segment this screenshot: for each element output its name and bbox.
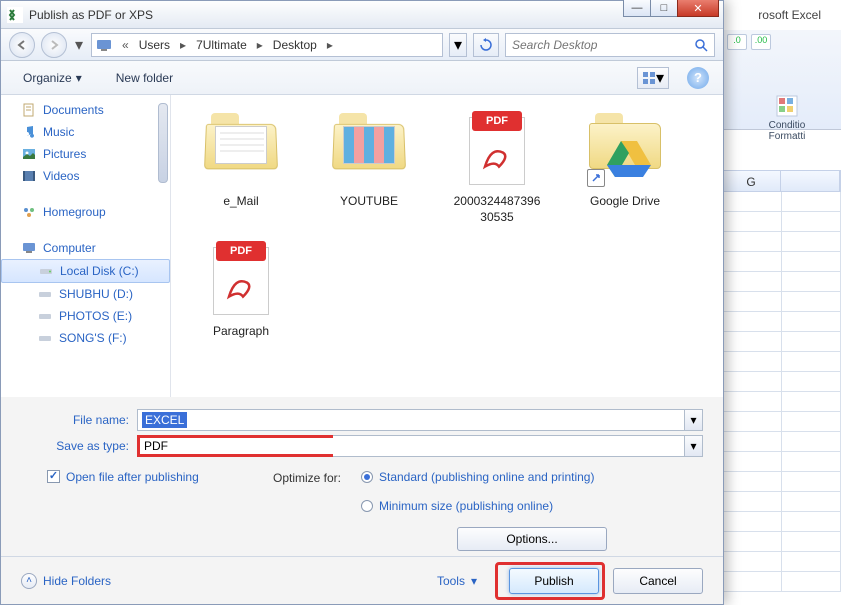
publish-dialog: Publish as PDF or XPS — □ ✕ ▾ « Users▸ 7…	[0, 0, 724, 605]
pdf-badge-icon: PDF	[472, 111, 522, 131]
sidebar-drive-f[interactable]: SONG'S (F:)	[1, 327, 170, 349]
filename-dropdown[interactable]: ▾	[684, 410, 702, 430]
sidebar-documents[interactable]: Documents	[1, 99, 170, 121]
col-header-g[interactable]: G	[722, 171, 781, 191]
filename-value[interactable]: EXCEL	[142, 412, 187, 428]
forward-button[interactable]	[41, 32, 67, 58]
view-button[interactable]: ▾	[637, 67, 669, 89]
sidebar-homegroup[interactable]: Homegroup	[1, 201, 170, 223]
file-paragraph-pdf[interactable]: PDF Paragraph	[177, 235, 305, 365]
close-button[interactable]: ✕	[677, 0, 719, 17]
options-button[interactable]: Options...	[457, 527, 607, 551]
sidebar: Documents Music Pictures Videos Homegrou…	[1, 95, 171, 397]
navbar: ▾ « Users▸ 7Ultimate▸ Desktop▸ ▾	[1, 29, 723, 61]
increase-decimal-icon[interactable]: .0	[727, 34, 747, 50]
maximize-button[interactable]: □	[650, 0, 678, 17]
back-button[interactable]	[9, 32, 35, 58]
optimize-for-label: Optimize for:	[251, 469, 341, 551]
bottom-bar: ˄ Hide Folders Tools ▾ Publish Cancel	[1, 556, 723, 604]
drive-icon	[37, 286, 53, 302]
sidebar-drive-c[interactable]: Local Disk (C:)	[1, 259, 170, 283]
cancel-button[interactable]: Cancel	[613, 568, 703, 594]
savetype-dropdown[interactable]: ▾	[684, 436, 702, 456]
dialog-title: Publish as PDF or XPS	[29, 8, 717, 22]
decrease-decimal-icon[interactable]: .00	[751, 34, 771, 50]
search-input[interactable]	[512, 38, 694, 52]
savetype-field[interactable]: PDF	[137, 435, 337, 457]
sidebar-videos[interactable]: Videos	[1, 165, 170, 187]
sidebar-scrollbar[interactable]	[158, 103, 168, 183]
radio-icon	[361, 471, 373, 483]
open-after-checkbox[interactable]: Open file after publishing	[47, 469, 231, 486]
checkbox-icon	[47, 470, 60, 483]
drive-icon	[37, 308, 53, 324]
file-youtube-folder[interactable]: YOUTUBE	[305, 105, 433, 235]
organize-button[interactable]: Organize ▾	[15, 67, 90, 89]
breadcrumb[interactable]: « Users▸ 7Ultimate▸ Desktop▸	[91, 33, 443, 57]
documents-icon	[21, 102, 37, 118]
excel-grid[interactable]: G	[721, 170, 841, 600]
filename-field[interactable]: EXCEL ▾	[137, 409, 703, 431]
computer-icon	[21, 240, 37, 256]
excel-file-icon	[7, 7, 23, 23]
file-google-drive[interactable]: Google Drive	[561, 105, 689, 235]
chevron-up-icon: ˄	[21, 573, 37, 589]
pdf-badge-icon: PDF	[216, 241, 266, 261]
drive-icon	[38, 263, 54, 279]
drive-icon	[37, 330, 53, 346]
history-dropdown[interactable]: ▾	[73, 35, 85, 55]
shortcut-icon	[587, 169, 605, 187]
excel-app-title: rosoft Excel	[758, 8, 821, 22]
conditional-formatting-button[interactable]: Conditio Formatti	[737, 90, 837, 146]
chevron-down-icon: ▾	[471, 574, 477, 588]
file-email-folder[interactable]: e_Mail	[177, 105, 305, 235]
homegroup-icon	[21, 204, 37, 220]
file-area[interactable]: e_Mail YOUTUBE PDF 2000324487396 30535	[171, 95, 723, 397]
sidebar-computer[interactable]: Computer	[1, 237, 170, 259]
file-pdf-20003[interactable]: PDF 2000324487396 30535	[433, 105, 561, 235]
radio-minimum[interactable]: Minimum size (publishing online)	[361, 498, 703, 515]
breadcrumb-dropdown[interactable]: ▾	[449, 33, 467, 57]
breadcrumb-desktop[interactable]: Desktop	[269, 36, 321, 54]
videos-icon	[21, 168, 37, 184]
publish-button[interactable]: Publish	[509, 568, 599, 594]
radio-icon	[361, 500, 373, 512]
radio-standard[interactable]: Standard (publishing online and printing…	[361, 469, 703, 486]
search-box[interactable]	[505, 33, 715, 57]
sidebar-drive-d[interactable]: SHUBHU (D:)	[1, 283, 170, 305]
sidebar-drive-e[interactable]: PHOTOS (E:)	[1, 305, 170, 327]
search-icon	[694, 38, 708, 52]
hide-folders-button[interactable]: ˄ Hide Folders	[21, 573, 111, 589]
excel-background: rosoft Excel .0 .00 Conditio Formatti G	[721, 0, 841, 605]
breadcrumb-users[interactable]: Users	[135, 36, 174, 54]
chevron-down-icon: ▾	[76, 71, 82, 85]
minimize-button[interactable]: —	[623, 0, 651, 17]
filename-label: File name:	[21, 413, 137, 427]
sidebar-music[interactable]: Music	[1, 121, 170, 143]
tools-button[interactable]: Tools ▾	[437, 574, 477, 588]
refresh-button[interactable]	[473, 33, 499, 57]
music-icon	[21, 124, 37, 140]
savetype-field-ext[interactable]: ▾	[333, 435, 703, 457]
savetype-value: PDF	[144, 439, 168, 453]
computer-icon	[96, 37, 112, 53]
sidebar-pictures[interactable]: Pictures	[1, 143, 170, 165]
titlebar: Publish as PDF or XPS — □ ✕	[1, 1, 723, 29]
savetype-label: Save as type:	[21, 439, 137, 453]
toolbar: Organize ▾ New folder ▾ ?	[1, 61, 723, 95]
new-folder-button[interactable]: New folder	[108, 67, 181, 89]
help-button[interactable]: ?	[687, 67, 709, 89]
breadcrumb-7ultimate[interactable]: 7Ultimate	[192, 36, 251, 54]
pictures-icon	[21, 146, 37, 162]
excel-ribbon: .0 .00 Conditio Formatti	[721, 30, 841, 130]
